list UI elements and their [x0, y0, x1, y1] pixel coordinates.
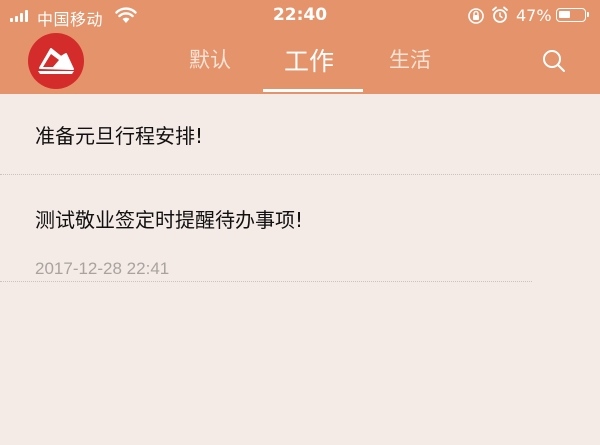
search-icon[interactable] — [541, 48, 567, 74]
clock: 22:40 — [272, 5, 328, 25]
category-tabs: 默认 工作 生活 — [0, 32, 600, 94]
battery-fill — [559, 11, 570, 18]
reminder-time: 2017-12-28 22:41 — [35, 259, 170, 278]
battery-nub — [587, 12, 589, 17]
tab-default[interactable]: 默认 — [189, 44, 231, 74]
alarm-icon — [492, 6, 508, 23]
app: 中国移动 22:40 47% 默认 工作 生活 准备元旦行程安排! 测试敬业签定… — [0, 0, 600, 445]
battery-icon — [556, 8, 589, 22]
todo-title[interactable]: 测试敬业签定时提醒待办事项! — [35, 204, 303, 233]
tab-work[interactable]: 工作 — [284, 42, 334, 78]
battery-percent: 47% — [516, 6, 552, 25]
active-tab-indicator — [263, 89, 363, 92]
divider — [0, 174, 600, 175]
divider — [0, 281, 532, 282]
rotation-lock-icon — [468, 8, 484, 24]
status-bar: 中国移动 22:40 47% — [0, 0, 600, 32]
tab-life[interactable]: 生活 — [389, 44, 431, 74]
header: 中国移动 22:40 47% 默认 工作 生活 — [0, 0, 600, 94]
todo-title[interactable]: 准备元旦行程安排! — [35, 120, 203, 149]
